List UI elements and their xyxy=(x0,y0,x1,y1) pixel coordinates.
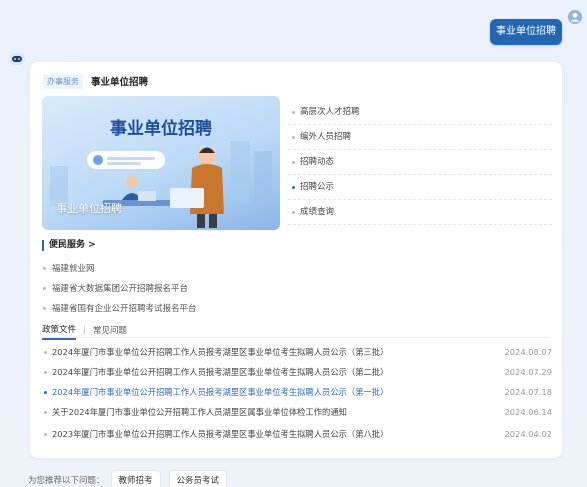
bullet-dot xyxy=(43,287,46,290)
link-label: 高层次人才招聘 xyxy=(300,107,360,117)
banner-image[interactable]: 事业单位招聘 事业单位招聘 xyxy=(42,96,280,230)
link-recruitment-announcement[interactable]: 招聘公示 xyxy=(288,175,552,200)
bullet-dot xyxy=(44,433,47,436)
service-link-fujian-employment[interactable]: 福建就业网 xyxy=(42,262,95,274)
news-item[interactable]: 关于2024年厦门市事业单位公开招聘工作人员湖里区属事业单位体检工作的通知 202… xyxy=(42,402,552,422)
news-item[interactable]: 2024年厦门市事业单位公开招聘工作人员报考湖里区事业单位考生拟聘人员公示（第二… xyxy=(42,362,552,382)
suggestion-chip-civil-service-exam[interactable]: 公务员考试 xyxy=(168,470,228,487)
bullet-dot xyxy=(43,267,46,270)
service-link-bigdata-group[interactable]: 福建省大数据集团公开招聘报名平台 xyxy=(42,282,188,294)
category-tag: 办事服务 xyxy=(43,73,83,89)
banner-caption: 事业单位招聘 xyxy=(56,202,122,215)
news-date: 2024.07.29 xyxy=(504,367,552,377)
card-title: 事业单位招聘 xyxy=(91,77,149,88)
link-score-query[interactable]: 成绩查询 xyxy=(288,200,552,225)
news-title: 2023年厦门市事业单位公开招聘工作人员报考湖里区事业单位考生拟聘人员公示（第八… xyxy=(52,429,389,439)
link-label: 编外人员招聘 xyxy=(300,132,352,142)
news-title: 2024年厦门市事业单位公开招聘工作人员报考湖里区事业单位考生拟聘人员公示（第三… xyxy=(52,347,389,357)
news-date: 2024.04.02 xyxy=(504,429,552,439)
service-section-title[interactable]: 便民服务 > xyxy=(42,240,96,251)
bullet-dot xyxy=(44,371,47,374)
news-item[interactable]: 2023年厦门市事业单位公开招聘工作人员报考湖里区事业单位考生拟聘人员公示（第八… xyxy=(42,424,552,444)
bullet-dot xyxy=(292,161,295,164)
tab-underline-divider xyxy=(42,337,550,338)
news-item[interactable]: 2024年厦门市事业单位公开招聘工作人员报考湖里区事业单位考生拟聘人员公示（第三… xyxy=(42,342,552,362)
news-date: 2024.07.18 xyxy=(504,387,552,397)
service-card: 办事服务 事业单位招聘 事业单位招聘 事业单位招聘 高层次人才招聘 编外人员招聘… xyxy=(30,62,562,458)
service-link-label: 福建就业网 xyxy=(52,264,95,274)
suggestion-chip-teacher-exam[interactable]: 教师招考 xyxy=(110,470,161,487)
service-link-label: 福建省国有企业公开招聘考试报名平台 xyxy=(52,304,197,314)
banner-heading: 事业单位招聘 xyxy=(110,118,212,139)
suggestion-bar: 为您推荐以下问题： 教师招考 公务员考试 xyxy=(28,470,235,487)
news-title: 2024年厦门市事业单位公开招聘工作人员报考湖里区事业单位考生拟聘人员公示（第一… xyxy=(52,387,389,397)
bullet-dot xyxy=(44,411,47,414)
bullet-dot xyxy=(44,391,47,394)
news-item[interactable]: 2024年厦门市事业单位公开招聘工作人员报考湖里区事业单位考生拟聘人员公示（第一… xyxy=(42,382,552,402)
service-link-soe-platform[interactable]: 福建省国有企业公开招聘考试报名平台 xyxy=(42,302,197,314)
user-message-bubble: 事业单位招聘 xyxy=(490,19,562,45)
link-label: 招聘公示 xyxy=(300,182,335,192)
news-date: 2024.06.14 xyxy=(504,407,552,417)
bullet-dot xyxy=(292,136,295,139)
bullet-dot xyxy=(43,307,46,310)
link-contract-staff[interactable]: 编外人员招聘 xyxy=(288,125,552,150)
link-high-level-talent[interactable]: 高层次人才招聘 xyxy=(288,100,552,125)
card-header: 办事服务 事业单位招聘 xyxy=(43,73,148,89)
recruitment-link-list: 高层次人才招聘 编外人员招聘 招聘动态 招聘公示 成绩查询 xyxy=(288,100,552,225)
link-recruitment-news[interactable]: 招聘动态 xyxy=(288,150,552,175)
bullet-dot xyxy=(292,186,295,189)
link-label: 招聘动态 xyxy=(300,157,335,167)
bullet-dot xyxy=(292,211,295,214)
service-link-label: 福建省大数据集团公开招聘报名平台 xyxy=(52,284,189,294)
link-label: 成绩查询 xyxy=(300,207,335,217)
news-date: 2024.08.07 xyxy=(504,347,552,357)
user-avatar-icon xyxy=(568,9,582,24)
bullet-dot xyxy=(44,351,47,354)
bot-avatar-icon xyxy=(8,51,26,67)
bullet-dot xyxy=(292,111,295,114)
news-title: 2024年厦门市事业单位公开招聘工作人员报考湖里区事业单位考生拟聘人员公示（第二… xyxy=(52,367,389,377)
suggestion-label: 为您推荐以下问题： xyxy=(28,476,105,486)
tab-divider xyxy=(84,325,86,335)
news-title: 关于2024年厦门市事业单位公开招聘工作人员湖里区属事业单位体检工作的通知 xyxy=(52,407,347,417)
